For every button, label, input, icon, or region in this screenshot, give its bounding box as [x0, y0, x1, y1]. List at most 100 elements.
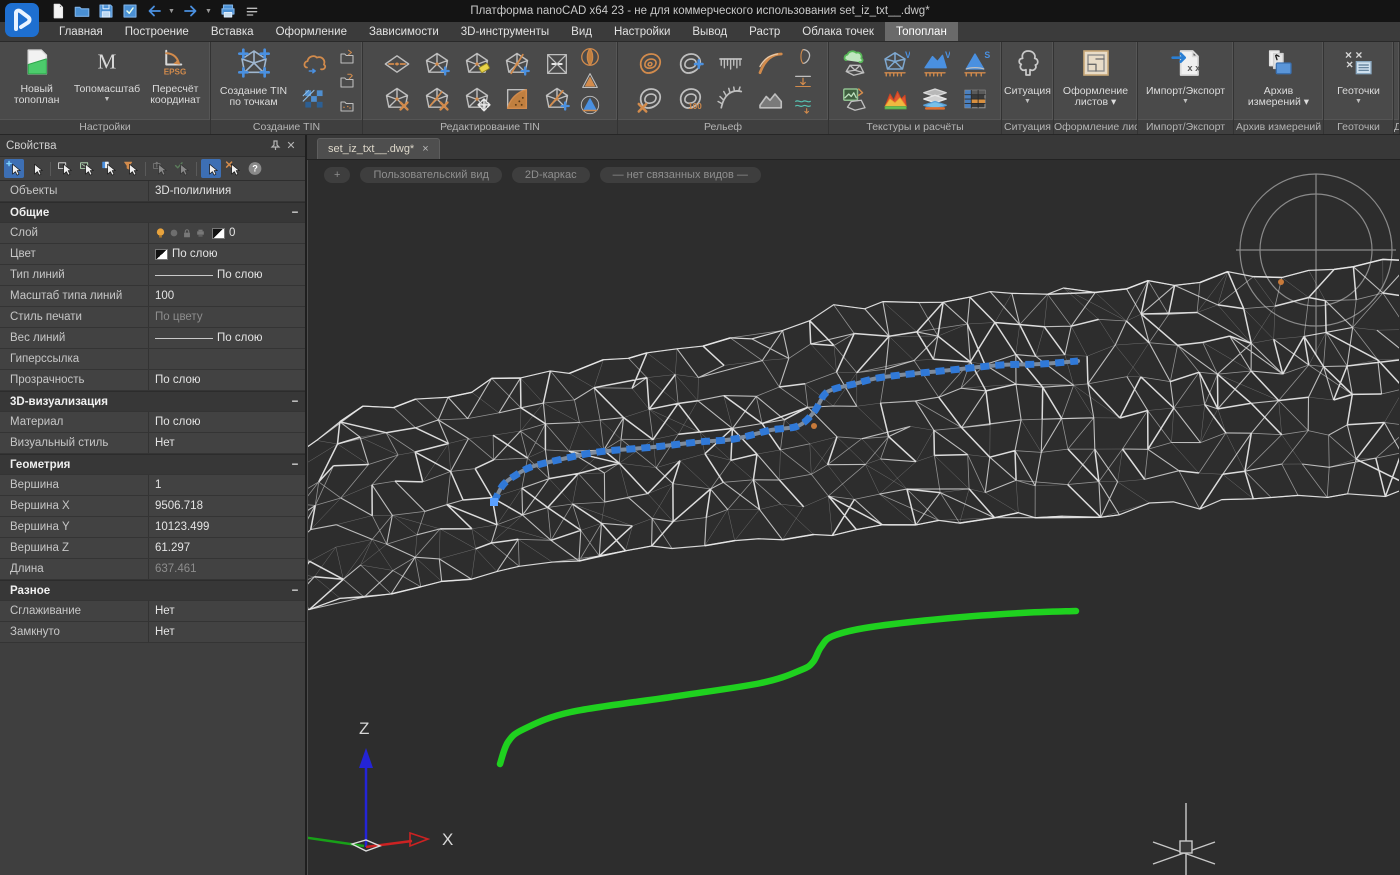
property-value[interactable]: 9506.718 — [148, 496, 305, 516]
select-append-icon[interactable] — [4, 159, 24, 178]
slope-ticks-icon[interactable] — [710, 46, 750, 81]
ribbon-button-import-export[interactable]: x xИмпорт/Экспорт▼ — [1140, 44, 1231, 118]
linked-views-control[interactable]: — нет связанных видов — — [600, 167, 761, 183]
select-cursor-icon[interactable] — [26, 159, 46, 178]
menu-item-3d-инструменты[interactable]: 3D-инструменты — [450, 22, 560, 41]
help-icon[interactable]: ? — [245, 159, 265, 178]
property-value[interactable]: 1 — [148, 475, 305, 495]
property-value[interactable]: По слою — [148, 265, 305, 285]
property-value[interactable] — [148, 349, 305, 369]
menu-item-главная[interactable]: Главная — [48, 22, 114, 41]
menu-item-построение[interactable]: Построение — [114, 22, 200, 41]
menu-item-растр[interactable]: Растр — [738, 22, 791, 41]
document-tab[interactable]: set_iz_txt__.dwg* × — [317, 138, 440, 159]
menu-item-зависимости[interactable]: Зависимости — [358, 22, 450, 41]
level-drop-icon[interactable] — [790, 69, 816, 93]
print-icon[interactable] — [218, 2, 238, 20]
pointer-mode-icon[interactable] — [201, 159, 221, 178]
profile-mountains-icon[interactable] — [750, 81, 790, 116]
property-value[interactable]: 3D-полилиния — [148, 181, 305, 201]
tin-add-point-icon[interactable] — [417, 46, 457, 81]
contour-half-icon[interactable] — [790, 45, 816, 69]
ribbon-button-doc-new-topo[interactable]: Новый топоплан — [2, 44, 71, 118]
cloud-points-icon[interactable] — [294, 46, 334, 81]
collapse-icon[interactable]: − — [285, 455, 305, 474]
property-value[interactable]: По слою — [148, 328, 305, 348]
tin-add-line-icon[interactable] — [537, 81, 577, 116]
property-value[interactable]: По слою — [148, 412, 305, 432]
boundary-dashed-icon[interactable] — [537, 46, 577, 81]
ribbon-button-tree[interactable]: Ситуация▼ — [1004, 44, 1051, 118]
pin-icon[interactable] — [267, 138, 283, 154]
contours-orange-icon[interactable] — [630, 46, 670, 81]
tin-move-point-icon[interactable] — [457, 81, 497, 116]
menu-item-топоплан[interactable]: Топоплан — [885, 22, 958, 41]
contour-add-icon[interactable] — [670, 46, 710, 81]
new-document-icon[interactable] — [48, 2, 68, 20]
drawing-canvas[interactable]: ZX — [308, 160, 1399, 875]
waves-count-icon[interactable] — [790, 93, 816, 117]
green-polyline[interactable] — [500, 611, 1076, 764]
slope-tri-icon[interactable] — [577, 69, 603, 93]
menu-item-настройки[interactable]: Настройки — [603, 22, 681, 41]
layer-state-icons[interactable] — [155, 227, 206, 239]
property-value[interactable]: 61.297 — [148, 538, 305, 558]
visual-style-control[interactable]: 2D-каркас — [512, 167, 590, 183]
grid-classify-icon[interactable] — [294, 81, 334, 116]
ribbon-button-tin-points[interactable]: Создание TIN по точкам — [213, 44, 294, 118]
table-color-icon[interactable] — [955, 81, 995, 116]
relief-color-icon[interactable] — [875, 81, 915, 116]
property-value[interactable]: 10123.499 — [148, 517, 305, 537]
customize-toolbar-icon[interactable] — [242, 2, 262, 20]
redo-icon[interactable] — [181, 2, 201, 20]
selection-filter-icon[interactable] — [121, 159, 141, 178]
tin-fill-area-icon[interactable] — [497, 81, 537, 116]
tin-surface-mesh[interactable] — [308, 259, 1399, 610]
redo-list-caret-icon[interactable]: ▼ — [205, 8, 214, 15]
open-folder-icon[interactable] — [72, 2, 92, 20]
arc-smooth-icon[interactable] — [750, 46, 790, 81]
image-tin-icon[interactable] — [835, 81, 875, 116]
tin-del-face-icon[interactable] — [417, 81, 457, 116]
import-points-icon[interactable] — [334, 93, 360, 117]
color-swatch[interactable] — [155, 249, 168, 260]
menu-item-вывод[interactable]: Вывод — [681, 22, 738, 41]
viewport[interactable]: ZX +Пользовательский вид2D-каркас— нет с… — [307, 160, 1400, 875]
tab-close-icon[interactable]: × — [422, 144, 428, 154]
circle-split-icon[interactable] — [577, 45, 603, 69]
view-name-control[interactable]: Пользовательский вид — [360, 167, 501, 183]
property-value[interactable]: Нет — [148, 622, 305, 642]
collapse-icon[interactable]: − — [285, 392, 305, 411]
grip-point[interactable] — [490, 498, 498, 506]
clear-selection-icon[interactable] — [223, 159, 243, 178]
select-invert-icon[interactable] — [99, 159, 119, 178]
undo-list-caret-icon[interactable]: ▼ — [168, 8, 177, 15]
ribbon-button-archive[interactable]: Архив измерений ▾ — [1236, 44, 1321, 118]
tin-edge-swap-icon[interactable] — [377, 46, 417, 81]
collapse-icon[interactable]: − — [285, 203, 305, 222]
ribbon-button-geopoints[interactable]: × ××Геоточки▼ — [1326, 44, 1391, 118]
close-icon[interactable]: ✕ — [283, 138, 299, 154]
mount-volume-icon[interactable]: V — [915, 46, 955, 81]
undo-icon[interactable] — [144, 2, 164, 20]
cloud-tin-green-icon[interactable] — [835, 46, 875, 81]
ray-fan-icon[interactable] — [710, 81, 750, 116]
property-value[interactable]: По слою — [148, 370, 305, 390]
property-value[interactable]: По слою — [148, 244, 305, 264]
save-check-icon[interactable] — [120, 2, 140, 20]
ribbon-button-epsg[interactable]: EPSGПересчёт координат — [143, 44, 208, 118]
tin-add-break-icon[interactable] — [497, 46, 537, 81]
contour-del-icon[interactable] — [630, 81, 670, 116]
tin-erase-icon[interactable] — [457, 46, 497, 81]
slope-tri-blue-icon[interactable] — [577, 93, 603, 117]
layers-stack-icon[interactable] — [915, 81, 955, 116]
import-surface-icon[interactable] — [334, 45, 360, 69]
menu-item-оформление[interactable]: Оформление — [265, 22, 358, 41]
ribbon-button-letter-m[interactable]: MТопомасштаб▼ — [71, 44, 142, 118]
menu-item-вставка[interactable]: Вставка — [200, 22, 265, 41]
save-icon[interactable] — [96, 2, 116, 20]
property-value[interactable]: 0 — [148, 223, 305, 243]
nanocad-logo-icon[interactable] — [4, 2, 40, 38]
contour-100-icon[interactable]: 100 — [670, 81, 710, 116]
ribbon-button-sheet-layout[interactable]: Оформление листов ▾ — [1056, 44, 1135, 118]
